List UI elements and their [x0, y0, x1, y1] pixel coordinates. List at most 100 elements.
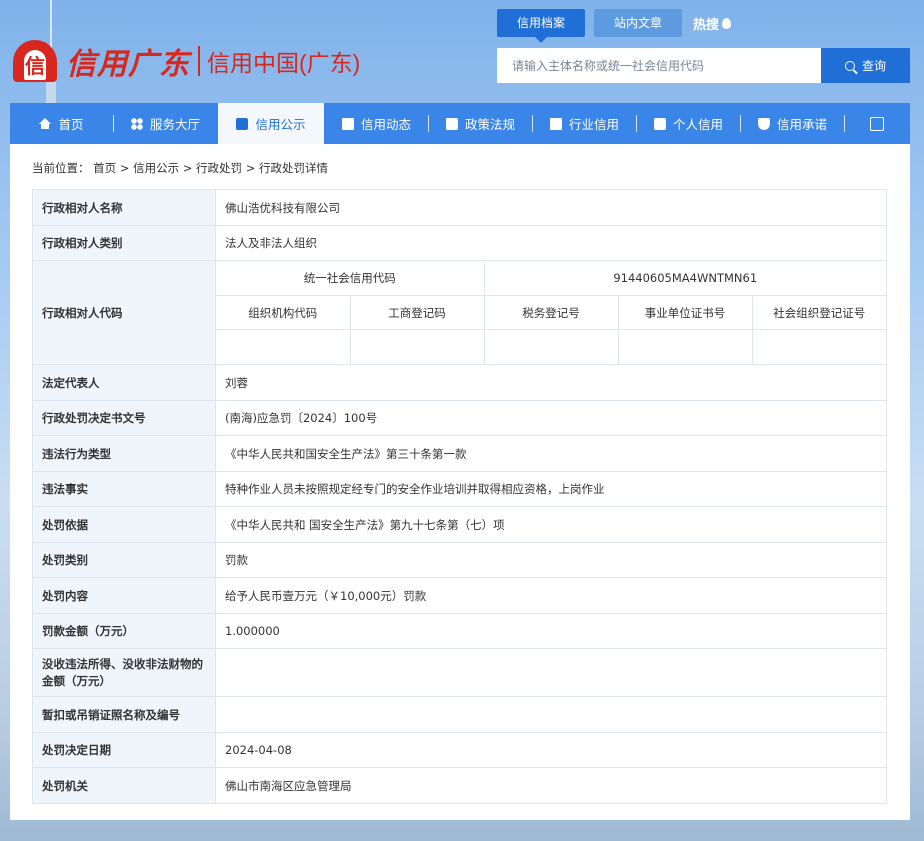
nav-item-service-hall[interactable]: 服务大厅 [114, 103, 217, 144]
logo-title: 信用中国(广东) [207, 50, 361, 76]
code-subtable: 统一社会信用代码 91440605MA4WNTMN61 组织机构代码 工商登记码… [216, 261, 886, 364]
row-label: 行政相对人类别 [32, 225, 216, 261]
building-icon [549, 117, 562, 130]
row-value [215, 696, 887, 733]
briefcase-icon [236, 117, 249, 130]
code-subtable-cell: 统一社会信用代码 91440605MA4WNTMN61 组织机构代码 工商登记码… [215, 260, 887, 365]
nav-label: 首页 [58, 117, 84, 132]
search-icon [844, 60, 855, 71]
row-value: 1.000000 [215, 613, 887, 649]
table-row: 处罚类别 罚款 [32, 542, 887, 578]
table-row: 行政处罚决定书文号 (南海)应急罚〔2024〕100号 [32, 400, 887, 436]
row-value: 《中华人民共和国安全生产法》第三十条第一款 [215, 435, 887, 472]
row-label: 罚款金额（万元） [32, 613, 216, 649]
nav-label: 政策法规 [464, 117, 515, 132]
tax-reg-value [483, 329, 619, 364]
penalty-detail-table: 行政相对人名称 佛山浩优科技有限公司 行政相对人类别 法人及非法人组织 行政相对… [32, 189, 887, 804]
nav-item-credit-publicity[interactable]: 信用公示 [218, 103, 324, 144]
business-reg-header: 工商登记码 [349, 295, 485, 330]
nav-item-personal-credit[interactable]: 个人信用 [637, 103, 740, 144]
book-icon [445, 117, 458, 130]
nav-label: 信用公示 [255, 117, 306, 132]
row-label: 处罚类别 [32, 542, 216, 578]
nav-item-industry-credit[interactable]: 行业信用 [533, 103, 636, 144]
row-value: 《中华人民共和 国安全生产法》第九十七条第（七）项 [215, 506, 887, 543]
hot-search-link[interactable]: 热搜 [693, 14, 732, 33]
row-label: 处罚内容 [32, 577, 216, 614]
nav-item-credit-news[interactable]: 信用动态 [325, 103, 428, 144]
row-value: 佛山市南海区应急管理局 [215, 767, 887, 804]
search-button-label: 查询 [861, 59, 886, 73]
table-row: 行政相对人名称 佛山浩优科技有限公司 [32, 189, 887, 226]
social-org-value [751, 329, 886, 364]
row-label: 行政相对人代码 [32, 260, 216, 365]
row-value: 2024-04-08 [215, 732, 887, 768]
row-label: 处罚决定日期 [32, 732, 216, 768]
tax-reg-header: 税务登记号 [483, 295, 619, 330]
search-button[interactable]: 查询 [821, 48, 910, 83]
table-row: 法定代表人 刘蓉 [32, 364, 887, 401]
nav-item-home[interactable]: 首页 [10, 103, 113, 144]
search-bar: 查询 [497, 48, 910, 83]
table-row: 违法事实 特种作业人员未按照规定经专门的安全作业培训并取得相应资格，上岗作业 [32, 471, 887, 507]
hot-search-label: 热搜 [693, 17, 720, 33]
site-logo[interactable]: 信 信用广东 信用中国(广东) [10, 36, 360, 86]
row-label: 行政相对人名称 [32, 189, 216, 226]
grid-icon [130, 117, 143, 130]
institution-cert-header: 事业单位证书号 [617, 295, 753, 330]
nav-label: 信用动态 [360, 117, 411, 132]
nav-item-credit-commitment[interactable]: 信用承诺 [741, 103, 844, 144]
nav-label: 服务大厅 [149, 117, 200, 132]
row-value [215, 648, 887, 697]
search-tabs: 信用档案 站内文章 热搜 [497, 9, 732, 43]
row-value: 佛山浩优科技有限公司 [215, 189, 887, 226]
table-row: 罚款金额（万元） 1.000000 [32, 613, 887, 649]
row-value: 法人及非法人组织 [215, 225, 887, 261]
breadcrumb: 当前位置： 首页 > 信用公示 > 行政处罚 > 行政处罚详情 [32, 161, 328, 175]
logo-divider [198, 46, 200, 76]
table-row: 处罚机关 佛山市南海区应急管理局 [32, 767, 887, 804]
row-label: 违法行为类型 [32, 435, 216, 472]
nav-item-policies[interactable]: 政策法规 [429, 103, 532, 144]
row-value: 特种作业人员未按照规定经专门的安全作业培训并取得相应资格，上岗作业 [215, 471, 887, 507]
institution-cert-value [617, 329, 753, 364]
uscc-label: 统一社会信用代码 [216, 261, 485, 296]
row-value: 罚款 [215, 542, 887, 578]
row-value: 给予人民币壹万元（￥10,000元）罚款 [215, 577, 887, 614]
person-card-icon [653, 117, 666, 130]
row-label: 没收违法所得、没收非法财物的金额（万元） [32, 648, 216, 697]
table-row: 处罚内容 给予人民币壹万元（￥10,000元）罚款 [32, 577, 887, 614]
table-row: 处罚决定日期 2024-04-08 [32, 732, 887, 768]
home-icon [39, 117, 52, 129]
search-tab-credit-archive[interactable]: 信用档案 [497, 9, 586, 43]
search-input[interactable] [497, 48, 821, 83]
row-label: 行政处罚决定书文号 [32, 400, 216, 436]
document-icon [341, 117, 354, 130]
table-row: 暂扣或吊销证照名称及编号 [32, 696, 887, 733]
flame-icon [722, 17, 732, 29]
main-nav: 首页 服务大厅 信用公示 信用动态 政策法规 行业信用 个人信用 信用承诺 [10, 103, 910, 144]
table-row: 行政相对人代码 统一社会信用代码 91440605MA4WNTMN61 组织机构… [32, 260, 887, 365]
expand-icon [869, 116, 884, 131]
row-label: 处罚机关 [32, 767, 216, 804]
row-label: 法定代表人 [32, 364, 216, 401]
org-code-header: 组织机构代码 [216, 295, 351, 330]
logo-script-text: 信用广东 [66, 47, 190, 82]
shield-check-icon [757, 117, 770, 130]
row-label: 暂扣或吊销证照名称及编号 [32, 696, 216, 733]
content-panel: 当前位置： 首页 > 信用公示 > 行政处罚 > 行政处罚详情 行政相对人名称 … [10, 144, 910, 820]
table-row: 违法行为类型 《中华人民共和国安全生产法》第三十条第一款 [32, 435, 887, 472]
nav-label: 行业信用 [568, 117, 619, 132]
uscc-value: 91440605MA4WNTMN61 [483, 261, 886, 296]
nav-label: 个人信用 [672, 117, 723, 132]
org-code-value [216, 329, 351, 364]
business-reg-value [349, 329, 485, 364]
site-header: 信 信用广东 信用中国(广东) 信用档案 站内文章 热搜 查询 [0, 0, 924, 103]
nav-label: 信用承诺 [776, 117, 827, 132]
row-label: 处罚依据 [32, 506, 216, 543]
row-value: (南海)应急罚〔2024〕100号 [215, 400, 887, 436]
logo-emblem-icon: 信 [10, 36, 60, 86]
nav-expand-button[interactable] [845, 103, 908, 144]
social-org-header: 社会组织登记证号 [751, 295, 886, 330]
search-tab-site-articles[interactable]: 站内文章 [594, 9, 683, 37]
